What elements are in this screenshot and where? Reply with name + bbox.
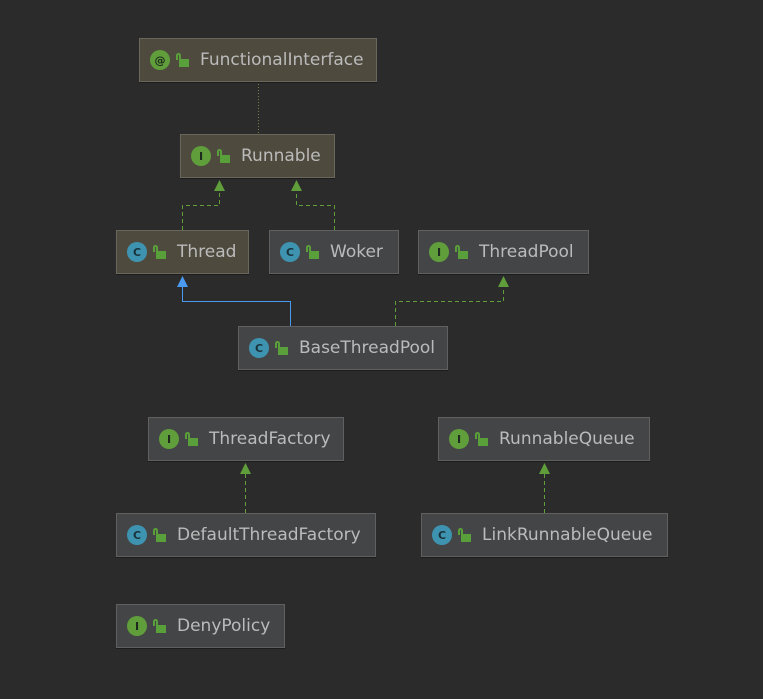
interface-icon: I <box>429 242 449 262</box>
node-denypolicy[interactable]: I DenyPolicy <box>116 604 285 648</box>
node-runnablequeue[interactable]: I RunnableQueue <box>438 417 650 461</box>
public-lock-icon <box>153 619 167 633</box>
node-label: FunctionalInterface <box>200 50 364 70</box>
node-label: BaseThreadPool <box>299 338 436 358</box>
interface-icon: I <box>159 429 179 449</box>
node-label: DefaultThreadFactory <box>177 525 361 545</box>
node-threadpool[interactable]: I ThreadPool <box>418 230 589 274</box>
public-lock-icon <box>306 245 320 259</box>
public-lock-icon <box>153 528 167 542</box>
node-label: LinkRunnableQueue <box>482 525 653 545</box>
edge-woker-runnable <box>296 190 335 230</box>
node-label: ThreadFactory <box>209 429 331 449</box>
class-icon: C <box>280 242 300 262</box>
node-label: RunnableQueue <box>499 429 635 449</box>
node-defaultthreadfactory[interactable]: C DefaultThreadFactory <box>116 513 376 557</box>
public-lock-icon <box>153 245 167 259</box>
class-icon: C <box>127 242 147 262</box>
arrowhead <box>177 276 188 287</box>
node-woker[interactable]: C Woker <box>269 230 399 274</box>
arrowhead <box>240 463 251 474</box>
class-icon: C <box>432 525 452 545</box>
interface-icon: I <box>449 429 469 449</box>
node-label: Thread <box>177 242 237 262</box>
node-linkrunnablequeue[interactable]: C LinkRunnableQueue <box>421 513 668 557</box>
arrowhead <box>498 276 509 287</box>
public-lock-icon <box>475 432 489 446</box>
node-basethreadpool[interactable]: C BaseThreadPool <box>238 326 448 370</box>
arrowhead <box>291 180 302 191</box>
node-threadfactory[interactable]: I ThreadFactory <box>148 417 344 461</box>
interface-icon: I <box>127 616 147 636</box>
edge-thread-runnable <box>182 190 220 230</box>
public-lock-icon <box>176 53 190 67</box>
public-lock-icon <box>275 341 289 355</box>
edge-basethreadpool-threadpool <box>395 286 504 326</box>
arrowhead <box>214 180 225 191</box>
public-lock-icon <box>455 245 469 259</box>
class-icon: C <box>127 525 147 545</box>
node-label: Runnable <box>241 146 321 166</box>
node-thread[interactable]: C Thread <box>116 230 249 274</box>
annotation-icon: @ <box>150 50 170 70</box>
class-icon: C <box>249 338 269 358</box>
edge-basethreadpool-thread <box>182 286 291 326</box>
public-lock-icon <box>185 432 199 446</box>
node-label: ThreadPool <box>479 242 574 262</box>
node-label: Woker <box>330 242 383 262</box>
public-lock-icon <box>217 149 231 163</box>
arrowhead <box>539 463 550 474</box>
interface-icon: I <box>191 146 211 166</box>
node-label: DenyPolicy <box>177 616 271 636</box>
node-functionalinterface[interactable]: @ FunctionalInterface <box>139 38 377 82</box>
node-runnable[interactable]: I Runnable <box>180 134 335 178</box>
public-lock-icon <box>458 528 472 542</box>
